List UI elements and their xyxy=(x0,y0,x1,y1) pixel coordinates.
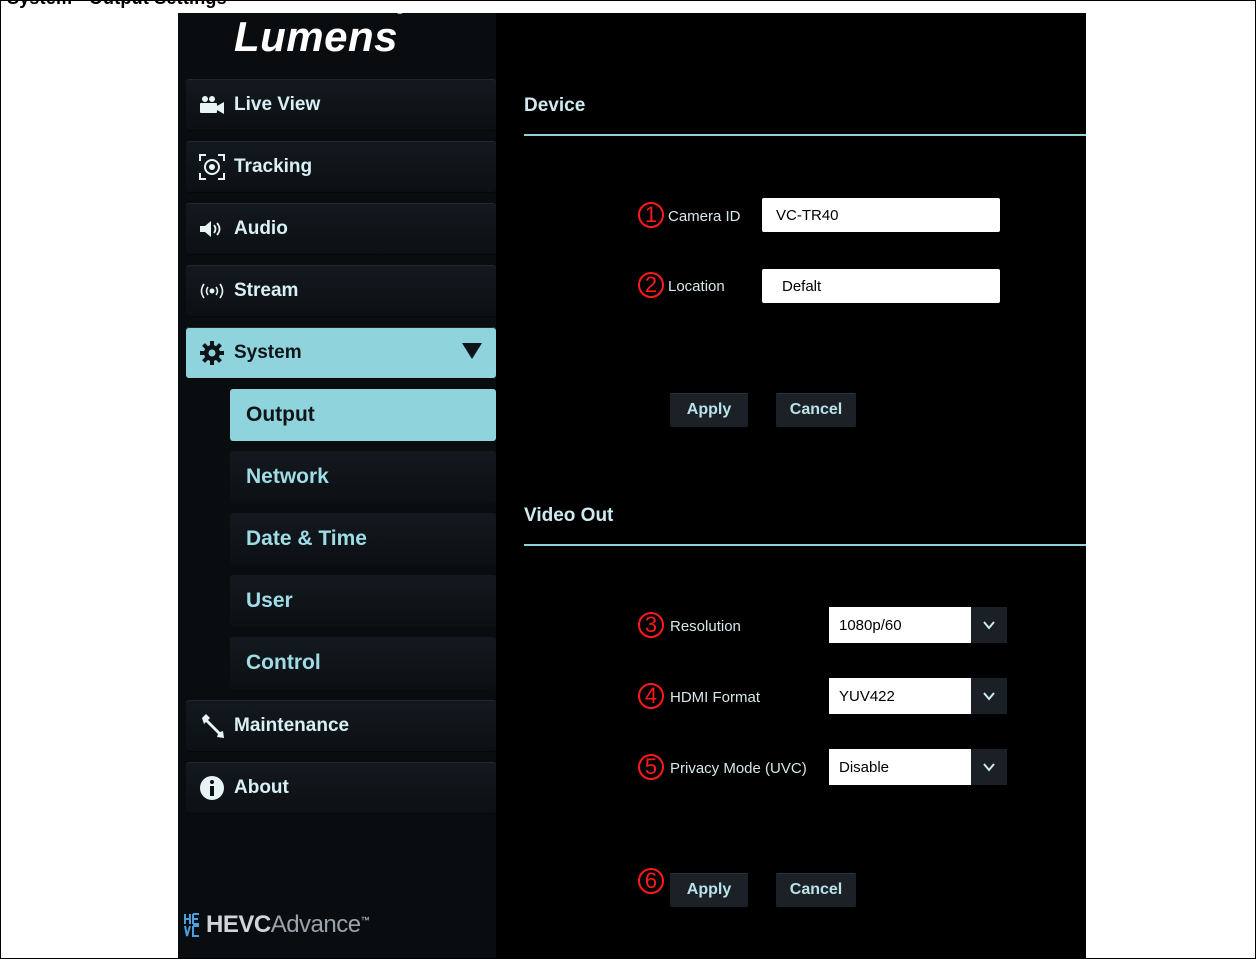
chevron-down-icon xyxy=(462,343,482,359)
marker-5: 5 xyxy=(638,754,664,780)
video-apply-button[interactable]: Apply xyxy=(670,873,748,907)
wrench-icon xyxy=(198,712,226,740)
resolution-value: 1080p/60 xyxy=(829,607,971,643)
hdmi-format-label: HDMI Format xyxy=(670,689,760,706)
sidebar-item-label: Tracking xyxy=(234,156,313,177)
video-out-divider xyxy=(524,544,1086,546)
marker-2: 2 xyxy=(638,272,664,298)
marker-3: 3 xyxy=(638,612,664,638)
tracking-target-icon xyxy=(198,153,226,181)
chevron-down-icon[interactable] xyxy=(971,749,1007,785)
sidebar: Lumens® Live View Tracking Audio Stream … xyxy=(178,6,496,958)
video-out-section-title: Video Out xyxy=(524,505,614,526)
sidebar-subitem-label: Date & Time xyxy=(246,527,367,550)
resolution-select[interactable]: 1080p/60 xyxy=(829,607,1007,643)
sidebar-subitem-label: User xyxy=(246,589,293,612)
location-field[interactable] xyxy=(762,269,1000,303)
privacy-mode-value: Disable xyxy=(829,749,971,785)
resolution-label: Resolution xyxy=(670,618,741,635)
sidebar-subitem-label: Output xyxy=(246,403,315,426)
hevc-advance-logo: HEVCAdvance™ xyxy=(184,911,370,939)
info-icon xyxy=(198,774,226,802)
sidebar-subitem-label: Control xyxy=(246,651,321,674)
location-label: Location xyxy=(668,278,725,295)
device-section-title: Device xyxy=(524,95,586,116)
page-header: System - Output Settings xyxy=(7,1,227,9)
hdmi-format-select[interactable]: YUV422 xyxy=(829,678,1007,714)
gear-icon xyxy=(198,339,226,367)
camera-web-ui: Lumens® Live View Tracking Audio Stream … xyxy=(178,6,1086,958)
sidebar-item-live-view[interactable]: Live View xyxy=(186,79,496,131)
camera-id-label: Camera ID xyxy=(668,208,741,225)
video-cancel-button[interactable]: Cancel xyxy=(776,873,856,907)
sidebar-item-audio[interactable]: Audio xyxy=(186,203,496,255)
sidebar-subitem-date-time[interactable]: Date & Time xyxy=(230,513,496,565)
video-camera-icon xyxy=(198,91,226,119)
broadcast-icon xyxy=(198,277,226,305)
chevron-down-icon[interactable] xyxy=(971,678,1007,714)
sidebar-item-label: Stream xyxy=(234,280,299,301)
hevc-mark-icon xyxy=(184,912,200,939)
device-divider xyxy=(524,134,1086,136)
sidebar-item-label: Maintenance xyxy=(234,715,350,736)
lumens-logo: Lumens® xyxy=(234,6,404,60)
device-cancel-button[interactable]: Cancel xyxy=(776,393,856,427)
privacy-mode-select[interactable]: Disable xyxy=(829,749,1007,785)
device-apply-button[interactable]: Apply xyxy=(670,393,748,427)
chevron-down-icon[interactable] xyxy=(971,607,1007,643)
sidebar-subitem-output[interactable]: Output xyxy=(230,389,496,441)
sidebar-subitem-user[interactable]: User xyxy=(230,575,496,627)
sidebar-subitem-label: Network xyxy=(246,465,329,488)
sidebar-item-system[interactable]: System xyxy=(186,327,496,379)
hdmi-format-value: YUV422 xyxy=(829,678,971,714)
sidebar-item-about[interactable]: About xyxy=(186,762,496,814)
sidebar-item-stream[interactable]: Stream xyxy=(186,265,496,317)
main-content: Device 1 Camera ID 2 Location Apply Canc… xyxy=(496,59,1086,958)
sidebar-item-tracking[interactable]: Tracking xyxy=(186,141,496,193)
sidebar-subitem-network[interactable]: Network xyxy=(230,451,496,503)
sidebar-item-label: Audio xyxy=(234,218,288,239)
sidebar-item-label: Live View xyxy=(234,94,321,115)
marker-6: 6 xyxy=(638,868,664,894)
camera-id-field[interactable] xyxy=(762,198,1000,232)
document-frame: System - Output Settings Lumens® Live Vi… xyxy=(0,0,1256,959)
marker-1: 1 xyxy=(638,202,664,228)
sidebar-item-label: System xyxy=(234,342,302,363)
privacy-mode-label: Privacy Mode (UVC) xyxy=(670,760,807,777)
marker-4: 4 xyxy=(638,683,664,709)
sidebar-item-label: About xyxy=(234,777,289,798)
sidebar-item-maintenance[interactable]: Maintenance xyxy=(186,700,496,752)
sidebar-subitem-control[interactable]: Control xyxy=(230,637,496,689)
speaker-icon xyxy=(198,215,226,243)
